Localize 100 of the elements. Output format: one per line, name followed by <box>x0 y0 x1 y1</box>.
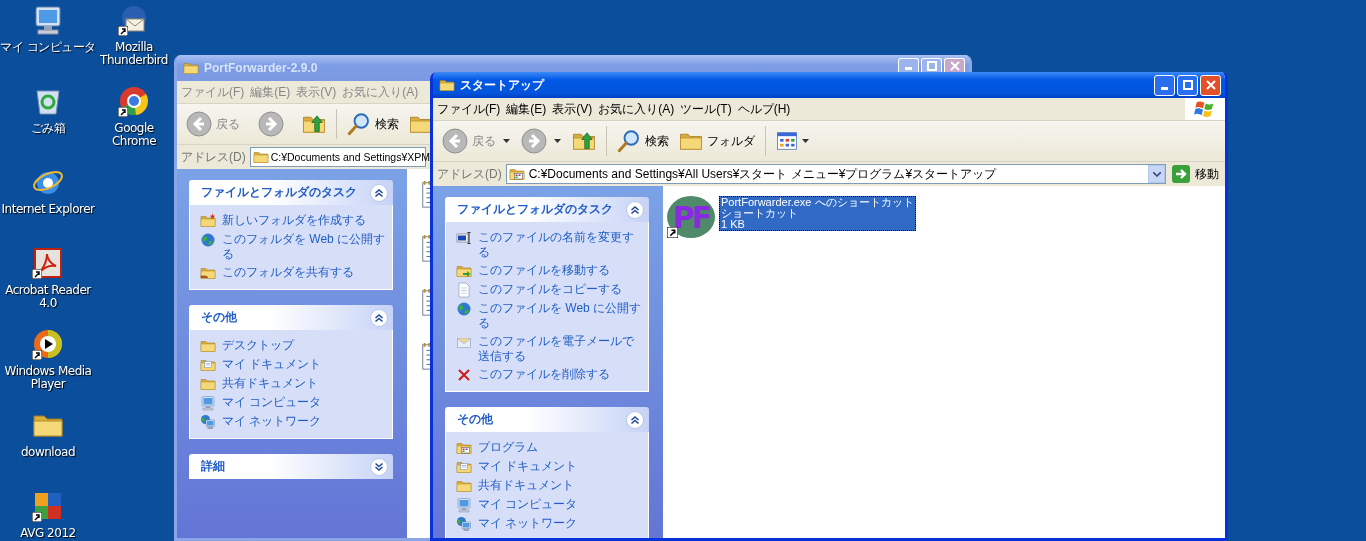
pdf-icon <box>32 247 64 279</box>
close-button[interactable] <box>1200 74 1221 96</box>
caret-icon <box>554 139 561 143</box>
menu-item[interactable]: 編集(E) <box>503 100 550 118</box>
menu-item[interactable]: お気に入り(A) <box>595 100 678 118</box>
task-link[interactable]: プログラム <box>478 440 538 455</box>
menu-item[interactable]: ヘルプ(H) <box>734 100 794 118</box>
collapse-icon[interactable] <box>370 183 388 202</box>
globe-icon <box>456 301 472 317</box>
search-button[interactable]: 検索 <box>614 129 672 153</box>
task-link[interactable]: このファイルを電子メールで送信する <box>478 334 644 364</box>
task-link[interactable]: マイ コンピュータ <box>478 497 578 512</box>
desktop-icon-label[interactable]: Google Chrome <box>96 122 172 148</box>
task-link[interactable]: デスクトップ <box>222 338 294 353</box>
task-link[interactable]: このファイルを Web に公開する <box>478 301 644 331</box>
folder-icon <box>439 77 455 93</box>
task-link[interactable]: 共有ドキュメント <box>478 478 574 493</box>
search-icon <box>617 129 641 153</box>
task-link[interactable]: 新しいフォルダを作成する <box>222 213 366 228</box>
go-arrow-icon <box>1172 165 1190 183</box>
new-folder-icon <box>200 213 216 229</box>
close-icon <box>949 61 960 71</box>
panel-header[interactable]: ファイルとフォルダのタスク <box>445 197 649 222</box>
expand-icon[interactable] <box>370 457 388 476</box>
collapse-icon[interactable] <box>626 410 644 429</box>
desktop-icon-label[interactable]: Acrobat Reader 4.0 <box>0 284 96 310</box>
menu-item[interactable]: ファイル(F) <box>178 83 248 101</box>
desktop-icon-label[interactable]: マイ コンピュータ <box>0 41 96 54</box>
desktop-icon-label[interactable]: AVG 2012 <box>0 527 96 540</box>
panel-header[interactable]: その他 <box>189 305 393 330</box>
menu-item[interactable]: 表示(V) <box>293 83 340 101</box>
task-link[interactable]: マイ ネットワーク <box>478 516 578 531</box>
task-link[interactable]: このフォルダを共有する <box>222 265 354 280</box>
dropdown-button[interactable] <box>1148 165 1165 183</box>
folder-icon <box>252 149 269 165</box>
folder-icon <box>183 60 199 76</box>
task-link[interactable]: マイ ネットワーク <box>222 414 322 429</box>
task-link[interactable]: このファイルの名前を変更する <box>478 230 644 260</box>
minimize-button[interactable] <box>1154 74 1175 96</box>
desktop-icon-label[interactable]: Internet Explorer <box>0 203 96 216</box>
menu-item[interactable]: ファイル(F) <box>434 100 504 118</box>
desktop-icon-label[interactable]: ごみ箱 <box>0 122 96 135</box>
programs-folder-icon <box>456 440 472 456</box>
file-size: 1 KB <box>721 219 746 230</box>
computer-icon <box>456 497 472 513</box>
computer-icon <box>200 395 216 411</box>
file-label[interactable]: PortForwarder.exe へのショートカット ショートカット 1 KB <box>719 196 916 231</box>
menu-item[interactable]: 表示(V) <box>549 100 596 118</box>
task-link[interactable]: 共有ドキュメント <box>222 376 318 391</box>
network-icon <box>456 516 472 532</box>
minimize-icon <box>1161 86 1168 90</box>
folder-icon <box>456 478 472 494</box>
panel-title: 詳細 <box>201 458 225 475</box>
panel-title: ファイルとフォルダのタスク <box>457 201 613 218</box>
document-icon <box>456 282 472 298</box>
file-type: ショートカット <box>721 208 799 219</box>
maximize-button[interactable] <box>1177 74 1198 96</box>
forward-button[interactable] <box>255 111 287 137</box>
panel-title: ファイルとフォルダのタスク <box>201 184 357 201</box>
search-button[interactable]: 検索 <box>344 112 402 136</box>
panel-header[interactable]: その他 <box>445 407 649 432</box>
task-link[interactable]: このフォルダを Web に公開する <box>222 232 388 262</box>
task-link[interactable]: このファイルを削除する <box>478 367 610 382</box>
address-label: アドレス(D) <box>181 148 246 166</box>
folder-icon <box>200 376 216 392</box>
go-button[interactable]: 移動 <box>1170 165 1221 183</box>
panel-header[interactable]: ファイルとフォルダのタスク <box>189 180 393 205</box>
folders-button[interactable]: フォルダ <box>676 129 758 153</box>
move-icon <box>456 263 472 279</box>
folder-icon <box>200 338 216 354</box>
window-title: PortForwarder-2.9.0 <box>204 61 319 75</box>
collapse-icon[interactable] <box>370 308 388 327</box>
address-field[interactable]: C:¥Documents and Settings¥All Users¥スタート メニュー¥プログラム¥スタートアップ <box>505 164 1166 184</box>
back-button[interactable]: 戻る <box>183 111 243 137</box>
browser-icon <box>118 85 150 117</box>
back-button[interactable]: 戻る <box>439 128 499 154</box>
media-player-icon <box>32 328 64 360</box>
menu-item[interactable]: ツール(T) <box>677 100 735 118</box>
colored-tiles-icon <box>32 490 64 522</box>
up-folder-icon <box>302 112 326 136</box>
desktop-icon-label[interactable]: Windows Media Player <box>0 365 96 391</box>
forward-button[interactable] <box>518 128 550 154</box>
desktop-icon-label[interactable]: download <box>0 446 96 459</box>
menu-item[interactable]: お気に入り(A) <box>339 83 422 101</box>
collapse-icon[interactable] <box>626 200 644 219</box>
task-link[interactable]: このファイルをコピーする <box>478 282 622 297</box>
maximize-icon <box>1182 80 1193 90</box>
task-link[interactable]: マイ ドキュメント <box>478 459 578 474</box>
desktop-icon-label[interactable]: Mozilla Thunderbird <box>96 41 172 67</box>
panel-title: その他 <box>201 309 237 326</box>
delete-icon <box>456 367 472 383</box>
shared-folder-icon <box>200 265 216 281</box>
rename-icon <box>456 230 472 246</box>
task-link[interactable]: マイ ドキュメント <box>222 357 322 372</box>
up-folder-icon <box>572 129 596 153</box>
task-link[interactable]: マイ コンピュータ <box>222 395 322 410</box>
views-icon <box>776 130 798 152</box>
menu-item[interactable]: 編集(E) <box>247 83 294 101</box>
panel-header[interactable]: 詳細 <box>189 454 393 479</box>
task-link[interactable]: このファイルを移動する <box>478 263 610 278</box>
